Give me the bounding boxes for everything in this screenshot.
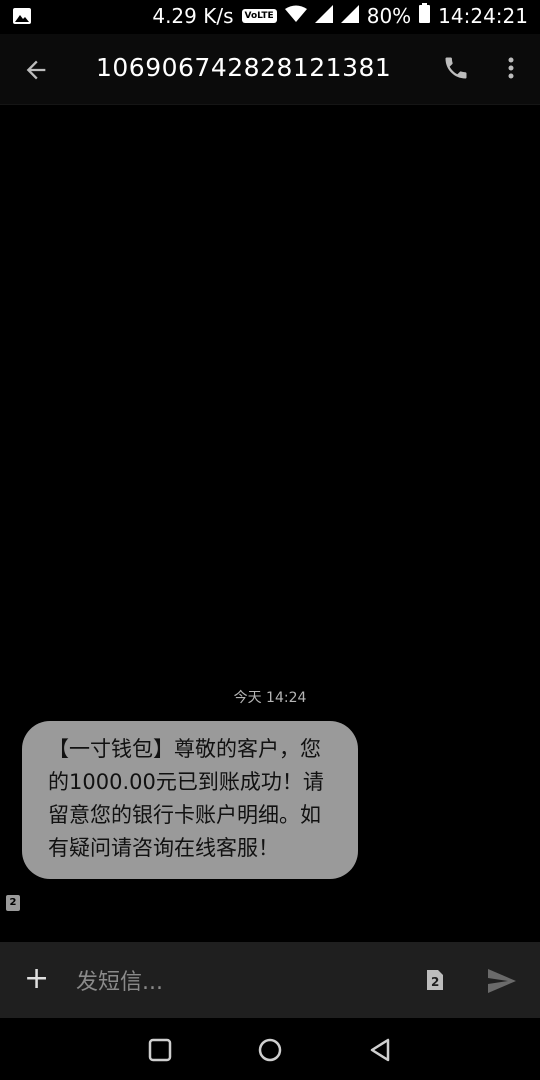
more-options-icon[interactable] [500,54,522,82]
home-icon[interactable] [256,1036,284,1064]
signal-icon-2 [340,4,359,28]
network-speed: 4.29 K/s [152,3,234,28]
conversation-header: 106906742828121381 [0,34,540,105]
svg-text:2: 2 [431,975,439,989]
page-title: 106906742828121381 [96,53,392,82]
recent-apps-icon[interactable] [146,1036,174,1064]
back-arrow-icon[interactable] [22,56,50,84]
add-attachment-button[interactable]: + [24,964,49,994]
message-composer: + 2 [0,942,540,1018]
battery-percent: 80% [366,3,412,28]
system-navigation-bar [0,1018,540,1080]
back-nav-icon[interactable] [366,1036,394,1064]
volte-badge: VoLTE [241,8,277,23]
image-notification-icon [12,6,32,30]
message-input[interactable] [74,966,408,998]
message-bubble[interactable]: 【一寸钱包】尊敬的客户，您的1000.00元已到账成功！请留意您的银行卡账户明细… [22,721,358,879]
status-bar: 4.29 K/s VoLTE 80% 14:24:21 [0,0,540,34]
clock: 14:24:21 [438,3,528,28]
battery-icon [419,3,431,28]
phone-call-icon[interactable] [442,54,470,82]
message-thread[interactable]: 今天 14:24 【一寸钱包】尊敬的客户，您的1000.00元已到账成功！请留意… [0,105,540,941]
wifi-icon [284,4,307,28]
sim-card-icon: 2 [6,895,20,911]
sim-select-icon[interactable]: 2 [424,968,446,992]
signal-icon [314,4,333,28]
send-icon[interactable] [487,968,517,994]
message-timestamp: 今天 14:24 [233,690,307,706]
